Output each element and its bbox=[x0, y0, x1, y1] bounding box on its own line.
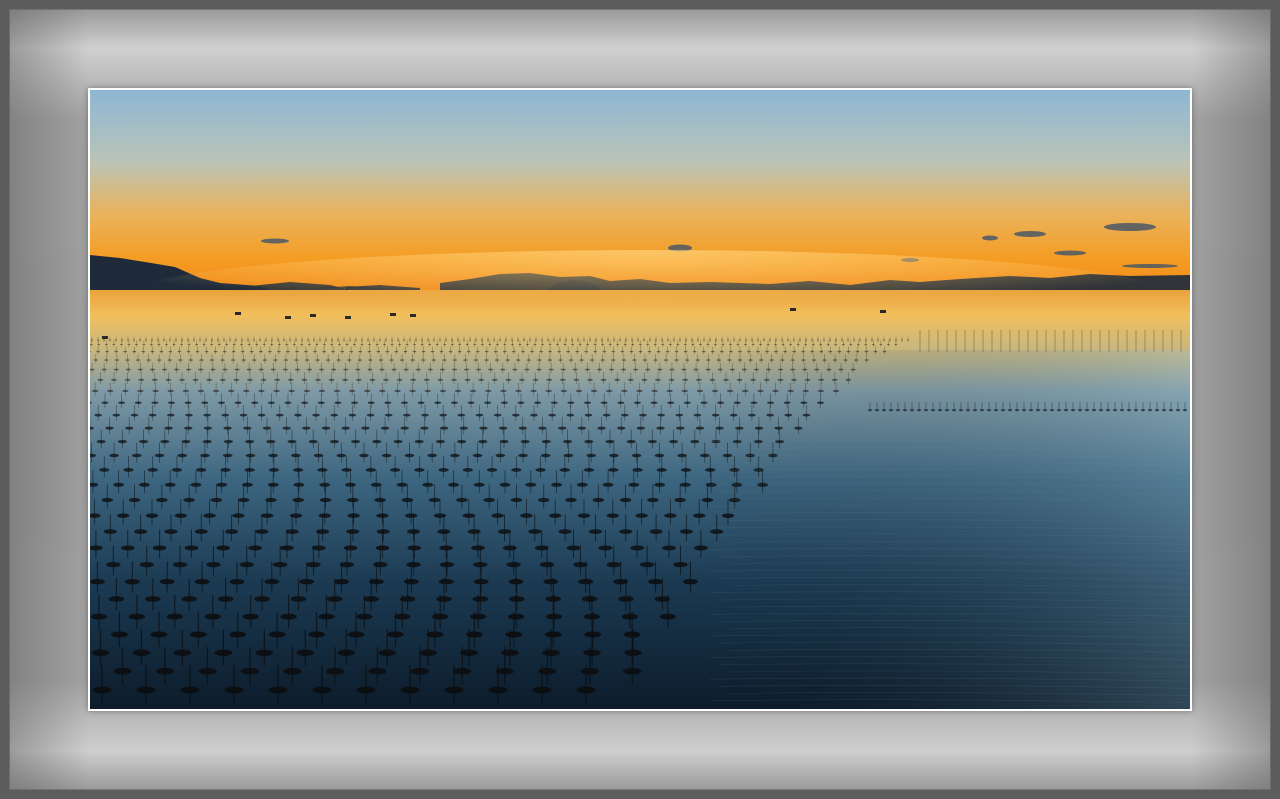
landscape-photo bbox=[90, 90, 1190, 709]
mat-shade-left bbox=[9, 9, 89, 790]
scene-svg bbox=[90, 90, 1190, 709]
mat-shade-right bbox=[1191, 9, 1271, 790]
water-glow bbox=[130, 250, 1170, 340]
